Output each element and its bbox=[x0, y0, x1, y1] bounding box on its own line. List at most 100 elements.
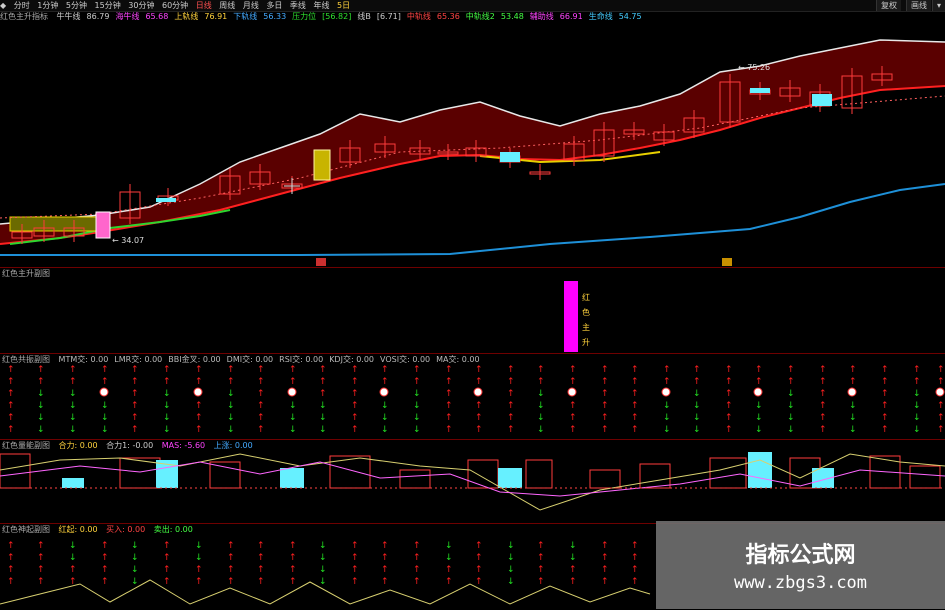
sub4-arrow-2-0: ↓ bbox=[69, 541, 77, 551]
tab-multiday[interactable]: 多日 bbox=[266, 1, 282, 10]
sub4-arrow-0-3: ↑ bbox=[7, 577, 15, 587]
sub4-arrow-8-3: ↑ bbox=[257, 577, 265, 587]
sub4-arrow-6-2: ↑ bbox=[195, 565, 203, 575]
sub2-arrow-0-5: ↑ bbox=[7, 425, 15, 435]
sub2-arrow-11-3: ↑ bbox=[351, 401, 359, 411]
sub4-arrow-10-3: ↓ bbox=[319, 577, 327, 587]
sub3-bar-4 bbox=[209, 461, 241, 489]
sub2-readout-5: KDJ交: 0.00 bbox=[329, 355, 375, 364]
yellow-base-box bbox=[9, 216, 107, 232]
sub4-arrow-11-3: ↑ bbox=[351, 577, 359, 587]
sub2-arrow-28-0: ↑ bbox=[881, 365, 889, 375]
sub4-arrow-9-0: ↑ bbox=[289, 541, 297, 551]
readout-value-7: 53.48 bbox=[500, 12, 524, 21]
sub3-magenta-line bbox=[0, 461, 945, 497]
main-price-chart[interactable]: ← 75.26 ← 34.07 bbox=[0, 22, 945, 267]
sub4-arrow-7-0: ↑ bbox=[227, 541, 235, 551]
sub2-arrow-30-3: ↑ bbox=[937, 401, 945, 411]
tab-15min[interactable]: 15分钟 bbox=[95, 1, 121, 10]
sub3-volume-plot bbox=[0, 452, 945, 511]
sub2-arrow-12-3: ↓ bbox=[381, 401, 389, 411]
main-indicator-title[interactable]: 红色主升指标 bbox=[0, 12, 48, 21]
tab-quarterly[interactable]: 季线 bbox=[290, 1, 306, 10]
sub3-title: 红色量能副图 bbox=[2, 441, 50, 450]
readout-9: 生命线 bbox=[588, 12, 613, 21]
sub2-arrow-26-4: ↑ bbox=[819, 413, 827, 423]
sub4-arrow-13-3: ↑ bbox=[413, 577, 421, 587]
sub3-readout-3: 上涨: 0.00 bbox=[213, 441, 253, 450]
sub4-arrow-18-0: ↓ bbox=[569, 541, 577, 551]
sub2-signal-dot-12 bbox=[379, 387, 389, 397]
sub2-arrow-16-5: ↑ bbox=[507, 425, 515, 435]
tab-30min[interactable]: 30分钟 bbox=[128, 1, 154, 10]
sub2-arrow-9-0: ↑ bbox=[289, 365, 297, 375]
sub4-arrow-8-0: ↑ bbox=[257, 541, 265, 551]
sub4-arrow-8-2: ↑ bbox=[257, 565, 265, 575]
sub-panel-1[interactable]: 红色主升副图 红 色 主 升 bbox=[0, 267, 945, 354]
tab-weekly[interactable]: 周线 bbox=[219, 1, 235, 10]
sub4-arrow-14-0: ↓ bbox=[445, 541, 453, 551]
sub4-arrow-19-0: ↑ bbox=[601, 541, 609, 551]
sub4-header: 红色神起副图 红起: 0.00 买入: 0.00 卖出: 0.00 bbox=[2, 524, 199, 535]
watermark: 指标公式网 www.zbgs3.com bbox=[656, 521, 945, 609]
sub4-arrow-3-2: ↑ bbox=[101, 565, 109, 575]
tab-intraday[interactable]: 分时 bbox=[14, 1, 30, 10]
toolbar-left-icon: ◆ bbox=[0, 1, 7, 10]
sub3-readout-2: MAS: -5.60 bbox=[161, 441, 206, 450]
sub2-arrow-17-2: ↓ bbox=[537, 389, 545, 399]
sub2-arrow-12-1: ↑ bbox=[381, 377, 389, 387]
sub4-arrow-16-0: ↓ bbox=[507, 541, 515, 551]
tab-yearly[interactable]: 年线 bbox=[313, 1, 329, 10]
sub2-arrow-22-3: ↓ bbox=[693, 401, 701, 411]
sub2-arrow-2-4: ↓ bbox=[69, 413, 77, 423]
sub2-arrow-11-2: ↑ bbox=[351, 389, 359, 399]
sub4-arrow-13-1: ↑ bbox=[413, 553, 421, 563]
sub2-arrow-8-0: ↑ bbox=[257, 365, 265, 375]
sub3-bar-0 bbox=[0, 453, 31, 489]
sub2-title: 红色共振副图 bbox=[2, 355, 50, 364]
sub2-arrow-13-3: ↓ bbox=[413, 401, 421, 411]
sub4-arrow-17-0: ↑ bbox=[537, 541, 545, 551]
tab-1min[interactable]: 1分钟 bbox=[37, 1, 58, 10]
sub2-arrow-4-4: ↑ bbox=[131, 413, 139, 423]
sub2-arrow-23-0: ↑ bbox=[725, 365, 733, 375]
sub2-arrow-13-0: ↑ bbox=[413, 365, 421, 375]
sub2-arrow-7-4: ↓ bbox=[227, 413, 235, 423]
sub4-arrow-15-3: ↑ bbox=[475, 577, 483, 587]
sub-panel-2[interactable]: ↑ ↑ ↑ ↑ ↑ ↑ ↑ ↑ ↓ ↓ ↓ ↓ ↑ ↑ ↓ ↓ ↓ ↓ ↑ ↑ ↑ ↓ ↓ ↓ ↑ ↑ ↑ ↑ ↑ ↑ ↑ ↑ ↓ ↓ ↓ ↓ ↑ ↑ ↑ ↑… bbox=[0, 353, 945, 440]
sub2-arrow-10-5: ↓ bbox=[319, 425, 327, 435]
sub2-arrow-27-3: ↓ bbox=[849, 401, 857, 411]
tab-5min[interactable]: 5分钟 bbox=[66, 1, 87, 10]
sub2-arrow-29-3: ↓ bbox=[913, 401, 921, 411]
sub2-arrow-16-2: ↑ bbox=[507, 389, 515, 399]
sub2-arrow-1-3: ↓ bbox=[37, 401, 45, 411]
sub4-arrow-1-3: ↑ bbox=[37, 577, 45, 587]
sub-panel-3[interactable]: 红色量能副图 合力: 0.00 合力1: -0.00 MAS: -5.60 上涨… bbox=[0, 439, 945, 524]
sub4-arrow-0-1: ↑ bbox=[7, 553, 15, 563]
tab-5day[interactable]: 5日 bbox=[337, 1, 350, 10]
sub4-arrow-17-3: ↑ bbox=[537, 577, 545, 587]
sub2-arrow-4-3: ↑ bbox=[131, 401, 139, 411]
sub2-arrow-14-0: ↑ bbox=[445, 365, 453, 375]
more-dropdown-icon[interactable]: ▾ bbox=[931, 0, 945, 11]
sub4-arrow-10-0: ↓ bbox=[319, 541, 327, 551]
sub4-arrow-15-1: ↑ bbox=[475, 553, 483, 563]
sub4-arrow-2-1: ↓ bbox=[69, 553, 77, 563]
tab-daily[interactable]: 日线 bbox=[196, 1, 212, 10]
sub2-arrow-0-1: ↑ bbox=[7, 377, 15, 387]
sub2-arrow-18-1: ↑ bbox=[569, 377, 577, 387]
sub4-arrow-13-2: ↑ bbox=[413, 565, 421, 575]
sub2-arrow-30-1: ↑ bbox=[937, 377, 945, 387]
tab-monthly[interactable]: 月线 bbox=[243, 1, 259, 10]
pink-signal-candle bbox=[95, 211, 111, 239]
sub2-arrow-4-0: ↑ bbox=[131, 365, 139, 375]
sub2-arrow-17-1: ↑ bbox=[537, 377, 545, 387]
draw-line-button[interactable]: 画线 bbox=[906, 0, 931, 11]
sub1-label-0: 红 bbox=[582, 293, 590, 302]
sub2-readout-2: BBI金叉: 0.00 bbox=[168, 355, 221, 364]
tab-60min[interactable]: 60分钟 bbox=[162, 1, 188, 10]
sub2-arrow-14-4: ↑ bbox=[445, 413, 453, 423]
restore-rights-button[interactable]: 复权 bbox=[876, 0, 901, 11]
sub4-arrow-18-2: ↑ bbox=[569, 565, 577, 575]
readout-value-0: 86.79 bbox=[86, 12, 110, 21]
